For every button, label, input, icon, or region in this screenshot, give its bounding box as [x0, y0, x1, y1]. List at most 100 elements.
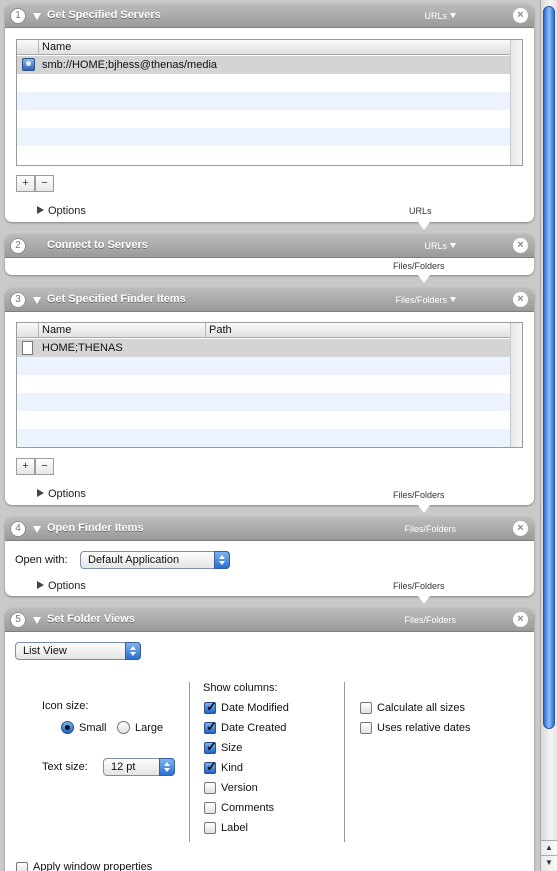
result-type-label: URLs: [424, 11, 447, 21]
add-button[interactable]: +: [16, 175, 35, 192]
result-type-label: Files/Folders: [404, 524, 456, 534]
options-label: Options: [48, 580, 86, 592]
chevron-down-icon: [450, 297, 456, 302]
uses-relative-dates-label[interactable]: Uses relative dates: [377, 722, 471, 734]
text-size-popup[interactable]: 12 pt: [103, 758, 175, 776]
version-checkbox[interactable]: [204, 782, 216, 794]
table-row[interactable]: smb://HOME;bjhess@thenas/media: [17, 56, 511, 74]
checkmark-icon: ✓: [206, 759, 217, 774]
collapse-triangle-icon[interactable]: [33, 13, 41, 20]
column-divider: [205, 323, 206, 338]
comments-checkbox[interactable]: [204, 802, 216, 814]
main-scrollbar[interactable]: ▲ ▼: [540, 0, 557, 871]
action-header[interactable]: 4 Open Finder Items Files/Folders ×: [5, 517, 534, 541]
version-label[interactable]: Version: [221, 782, 258, 794]
column-header-name[interactable]: Name: [42, 41, 71, 53]
date-created-label[interactable]: Date Created: [221, 722, 286, 734]
remove-action-button[interactable]: ×: [513, 8, 528, 23]
popup-arrows-icon: [125, 642, 141, 660]
result-type-popup[interactable]: URLs: [424, 241, 456, 251]
options-disclosure[interactable]: Options: [37, 580, 86, 592]
action-header[interactable]: 2 Connect to Servers URLs ×: [5, 234, 534, 258]
collapse-triangle-icon[interactable]: [33, 526, 41, 533]
options-label: Options: [48, 488, 86, 500]
action-header[interactable]: 3 Get Specified Finder Items Files/Folde…: [5, 288, 534, 312]
table-scrollbar[interactable]: [510, 40, 522, 165]
result-type-popup[interactable]: URLs: [424, 11, 456, 21]
checkmark-icon: ✓: [206, 739, 217, 754]
action-output-type: Files/Folders: [393, 490, 445, 500]
server-url-cell: smb://HOME;bjhess@thenas/media: [42, 59, 218, 71]
apply-window-properties-label[interactable]: Apply window properties: [33, 861, 152, 871]
column-divider: [38, 40, 39, 55]
action-output-type: Files/Folders: [393, 261, 445, 271]
table-row-empty: [17, 393, 511, 411]
action-output-type: Files/Folders: [393, 581, 445, 591]
calculate-all-sizes-label[interactable]: Calculate all sizes: [377, 702, 465, 714]
popup-arrows-icon: [159, 758, 175, 776]
table-row[interactable]: HOME;THENAS: [17, 339, 511, 357]
remove-button[interactable]: −: [35, 175, 54, 192]
action-output-type: URLs: [409, 206, 432, 216]
action-set-folder-views: 5 Set Folder Views Files/Folders × List …: [5, 608, 534, 871]
size-label[interactable]: Size: [221, 742, 242, 754]
action-header[interactable]: 1 Get Specified Servers URLs ×: [5, 4, 534, 28]
icon-size-small-radio[interactable]: [61, 721, 74, 734]
icon-size-large-label[interactable]: Large: [135, 722, 163, 734]
action-title: Get Specified Servers: [47, 9, 161, 21]
date-modified-checkbox[interactable]: ✓: [204, 699, 217, 714]
table-row-empty: [17, 92, 511, 110]
comments-label[interactable]: Comments: [221, 802, 274, 814]
checkmark-icon: ✓: [206, 699, 217, 714]
icon-size-label: Icon size:: [42, 700, 89, 712]
view-type-value: List View: [23, 645, 67, 657]
action-title: Set Folder Views: [47, 613, 135, 625]
column-header-name[interactable]: Name: [42, 324, 71, 336]
calculate-all-sizes-checkbox[interactable]: [360, 702, 372, 714]
scroll-up-arrow-icon[interactable]: ▲: [541, 840, 557, 855]
icon-size-small-label[interactable]: Small: [79, 722, 107, 734]
divider: [344, 682, 345, 842]
collapse-triangle-icon[interactable]: [33, 297, 41, 304]
finder-items-table[interactable]: Name Path HOME;THENAS: [16, 322, 523, 448]
date-modified-label[interactable]: Date Modified: [221, 702, 289, 714]
text-size-value: 12 pt: [111, 761, 136, 773]
result-type-label: Files/Folders: [404, 615, 456, 625]
scrollbar-thumb[interactable]: [543, 6, 555, 729]
action-connector: [418, 222, 430, 230]
column-header-path[interactable]: Path: [209, 324, 232, 336]
options-disclosure[interactable]: Options: [37, 205, 86, 217]
scroll-down-arrow-icon[interactable]: ▼: [541, 855, 557, 870]
item-name-cell: HOME;THENAS: [42, 342, 123, 354]
remove-action-button[interactable]: ×: [513, 292, 528, 307]
date-created-checkbox[interactable]: ✓: [204, 719, 217, 734]
remove-button[interactable]: −: [35, 458, 54, 475]
label-checkbox[interactable]: [204, 822, 216, 834]
view-type-popup[interactable]: List View: [15, 642, 141, 660]
result-type-label: URLs: [424, 241, 447, 251]
icon-size-large-radio[interactable]: [117, 721, 130, 734]
kind-label[interactable]: Kind: [221, 762, 243, 774]
remove-action-button[interactable]: ×: [513, 521, 528, 536]
add-button[interactable]: +: [16, 458, 35, 475]
label-column-label[interactable]: Label: [221, 822, 248, 834]
collapse-triangle-icon[interactable]: [33, 617, 41, 624]
apply-window-properties-checkbox[interactable]: [16, 862, 28, 871]
kind-checkbox[interactable]: ✓: [204, 759, 217, 774]
servers-table[interactable]: Name smb://HOME;bjhess@thenas/media: [16, 39, 523, 166]
options-label: Options: [48, 205, 86, 217]
uses-relative-dates-checkbox[interactable]: [360, 722, 372, 734]
table-scrollbar[interactable]: [510, 323, 522, 447]
action-header[interactable]: 5 Set Folder Views Files/Folders ×: [5, 608, 534, 632]
remove-action-button[interactable]: ×: [513, 238, 528, 253]
remove-action-button[interactable]: ×: [513, 612, 528, 627]
show-columns-label: Show columns:: [203, 682, 278, 694]
divider: [189, 682, 190, 842]
size-checkbox[interactable]: ✓: [204, 739, 217, 754]
result-type-popup[interactable]: Files/Folders: [395, 295, 456, 305]
options-disclosure[interactable]: Options: [37, 488, 86, 500]
action-number: 5: [10, 612, 26, 628]
action-get-specified-servers: 1 Get Specified Servers URLs × Name smb:…: [5, 4, 534, 222]
action-number: 1: [10, 8, 26, 24]
open-with-popup[interactable]: Default Application: [80, 551, 230, 569]
